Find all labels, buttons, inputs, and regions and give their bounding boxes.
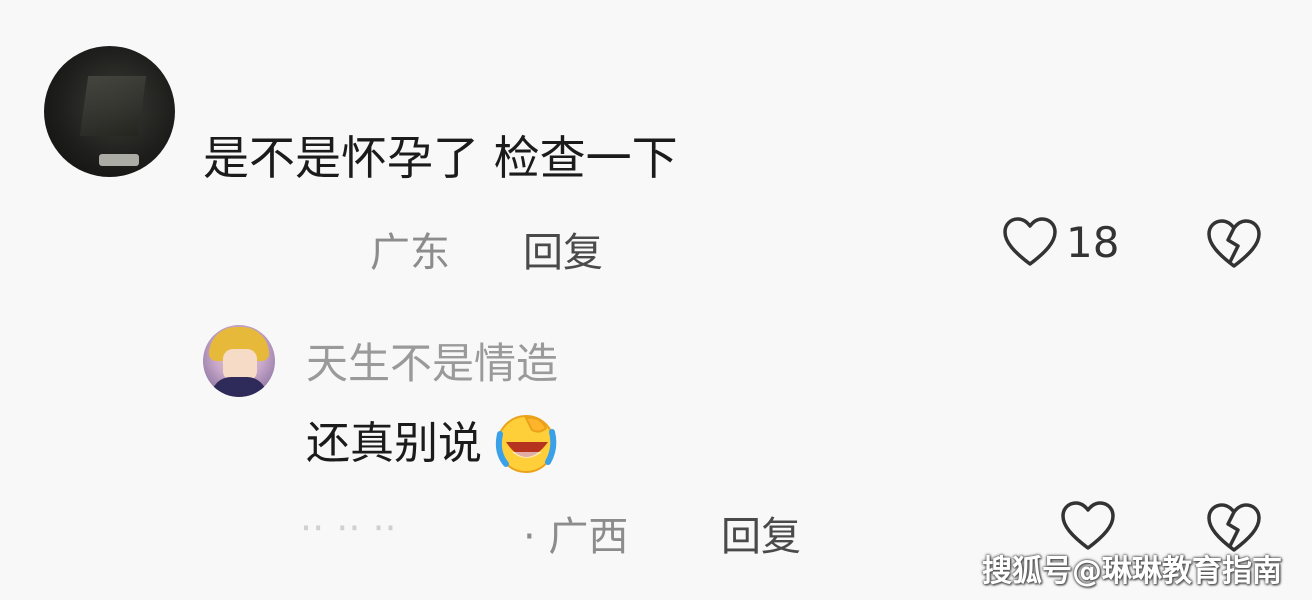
reply-time: ⋅⋅ ⋅⋅ ⋅⋅ [300,506,397,550]
avatar-shape [99,154,139,166]
reply-username[interactable]: 天生不是情造 [306,330,558,391]
like-count: 18 [1066,217,1120,267]
heart-outline-icon [1002,216,1058,268]
reply-button[interactable]: 回复 [523,220,603,278]
dislike-button[interactable] [1206,218,1262,270]
avatar-shape [211,377,267,397]
broken-heart-icon [1206,218,1262,270]
avatar[interactable] [44,46,175,177]
like-button[interactable] [1060,500,1116,552]
reply-text: 还真别说 [306,418,482,469]
comment-text: 是不是怀孕了 检查一下 [203,131,678,185]
reply-location: · 广西 [523,514,629,560]
avatar-shape [79,76,147,136]
comment-location: 广东 [370,230,450,276]
reply-avatar[interactable] [203,325,275,397]
like-button[interactable]: 18 [1002,216,1119,268]
laughing-crying-emoji [486,412,558,476]
reply-text-row: 还真别说 [306,412,558,476]
heart-outline-icon [1060,500,1116,552]
reply-button[interactable]: 回复 [721,504,801,562]
watermark: 搜狐号@琳琳教育指南 [982,554,1282,589]
